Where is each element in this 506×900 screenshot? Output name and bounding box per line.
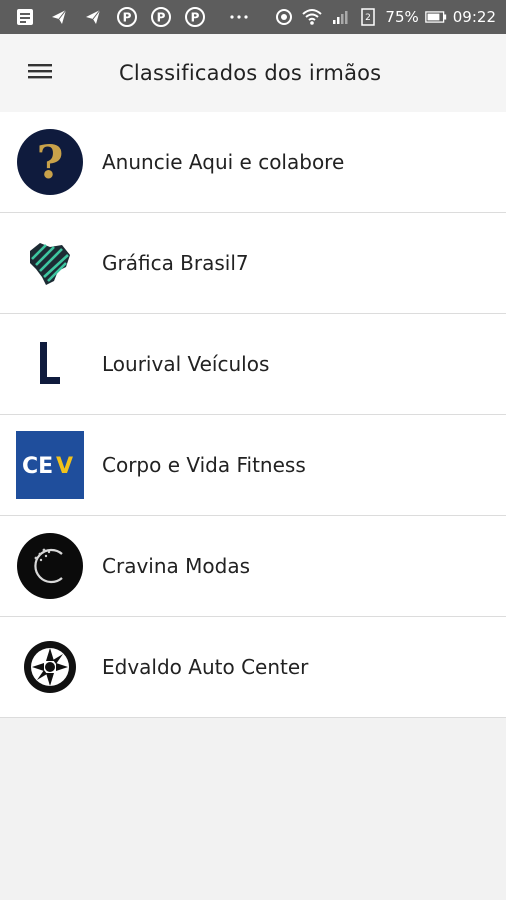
brazil-map-logo xyxy=(16,229,84,297)
svg-text:V: V xyxy=(56,454,73,479)
list-item-label: Gráfica Brasil7 xyxy=(102,251,249,275)
sim2-icon: 2 xyxy=(357,6,379,28)
list-item-label: Anuncie Aqui e colabore xyxy=(102,150,345,174)
list-item[interactable]: Gráfica Brasil7 xyxy=(0,213,506,314)
list-item[interactable]: ? Anuncie Aqui e colabore xyxy=(0,112,506,213)
pinterest-icon: P xyxy=(184,6,206,28)
hamburger-menu-button[interactable] xyxy=(13,46,67,100)
signal-icon xyxy=(329,6,351,28)
list-item-label: Lourival Veículos xyxy=(102,352,270,376)
battery-icon xyxy=(424,6,447,28)
letter-l-logo xyxy=(16,330,84,398)
app-bar: Classificados dos irmãos xyxy=(0,34,506,112)
list-item-label: Corpo e Vida Fitness xyxy=(102,453,306,477)
cev-logo: CE V xyxy=(16,431,84,499)
svg-text:2: 2 xyxy=(366,13,372,23)
list-item-label: Edvaldo Auto Center xyxy=(102,655,309,679)
telegram-icon xyxy=(82,6,104,28)
clock: 09:22 xyxy=(452,8,496,26)
cravina-logo xyxy=(16,532,84,600)
svg-text:P: P xyxy=(123,11,132,25)
telegram-icon xyxy=(48,6,70,28)
hamburger-menu-icon xyxy=(27,61,53,85)
pinterest-icon: P xyxy=(150,6,172,28)
list-item[interactable]: Cravina Modas xyxy=(0,516,506,617)
page-title: Classificados dos irmãos xyxy=(119,61,382,85)
sync-icon xyxy=(273,6,295,28)
list-item[interactable]: Edvaldo Auto Center xyxy=(0,617,506,718)
svg-text:P: P xyxy=(157,11,166,25)
pinterest-icon: P xyxy=(116,6,138,28)
svg-text:CE: CE xyxy=(22,454,53,479)
wifi-icon xyxy=(301,6,323,28)
more-icon xyxy=(228,6,250,28)
status-bar: P P P 2 75% 09:22 xyxy=(0,0,506,34)
svg-text:P: P xyxy=(191,11,200,25)
empty-area xyxy=(0,720,506,900)
message-icon xyxy=(14,6,36,28)
question-mark-logo: ? xyxy=(16,128,84,196)
list-item[interactable]: CE V Corpo e Vida Fitness xyxy=(0,415,506,516)
wheel-logo xyxy=(16,633,84,701)
svg-text:?: ? xyxy=(37,135,64,189)
classifieds-list: ? Anuncie Aqui e colabore Gráfica Brasil… xyxy=(0,112,506,718)
battery-percent: 75% xyxy=(385,8,419,26)
list-item-label: Cravina Modas xyxy=(102,554,250,578)
list-item[interactable]: Lourival Veículos xyxy=(0,314,506,415)
